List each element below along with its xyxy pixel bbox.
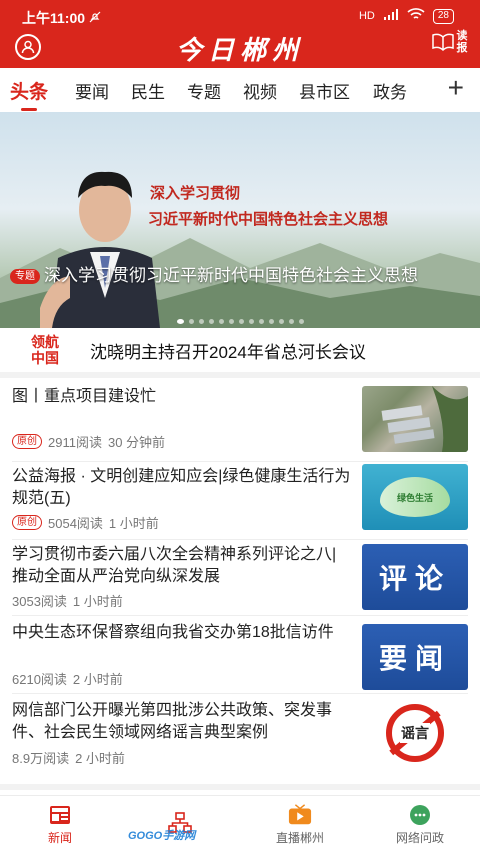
publish-time: 2 小时前: [72, 672, 123, 687]
tab-topics[interactable]: 专题: [187, 78, 221, 103]
carousel-dot[interactable]: [248, 319, 254, 324]
news-thumbnail-commentary: 评论: [362, 544, 468, 610]
nav-news-label: 新闻: [47, 830, 72, 845]
news-meta: 原创 2911阅读 30 分钟前: [12, 432, 165, 451]
banner-slogan: 深入学习贯彻 习近平新时代中国特色社会主义思想: [148, 180, 389, 232]
news-title: 公益海报 · 文明创建应知应会|绿色健康生活行为规范(五): [12, 468, 351, 507]
status-indicators: HD 28: [359, 8, 454, 24]
carousel-dot[interactable]: [278, 319, 284, 324]
construction-site-image: [381, 386, 468, 452]
nav-inquiry[interactable]: 网络问政: [360, 796, 480, 853]
no-rumor-icon: 谣言: [386, 704, 444, 762]
read-count: 3053阅读: [12, 594, 67, 609]
read-newspaper-label: 读报: [456, 30, 468, 54]
poster-leaf-graphic: 绿色生活: [380, 477, 450, 517]
news-thumbnail-construction: [362, 386, 468, 452]
news-list-item[interactable]: 网信部门公开曝光第四批涉公共政策、突发事件、社会民生领域网络谣言典型案例 8.9…: [12, 700, 468, 778]
news-thumbnail-poster: 绿色生活: [362, 464, 468, 530]
tab-key-news[interactable]: 要闻: [75, 78, 109, 103]
read-count: 2911阅读: [48, 435, 102, 450]
mute-icon: [89, 10, 101, 26]
tab-headline[interactable]: 头条: [10, 77, 48, 104]
lead-badge: 领航 中国: [28, 334, 62, 366]
carousel-dot[interactable]: [238, 319, 244, 324]
publish-time: 1 小时前: [72, 594, 123, 609]
chat-icon: [408, 804, 432, 826]
publish-time: 2 小时前: [75, 751, 125, 766]
carousel-dot[interactable]: [218, 319, 224, 324]
carousel-indicator: [0, 319, 480, 324]
publish-time: 30 分钟前: [107, 435, 166, 450]
app-header: 上午11:00 HD 28 今日郴州 读报: [0, 0, 480, 68]
news-thumbnail-rumor: 谣言: [362, 700, 468, 766]
banner-slogan-line2: 习近平新时代中国特色社会主义思想: [148, 210, 389, 228]
publish-time: 1 小时前: [108, 516, 159, 531]
news-thumbnail-key-news: 要闻: [362, 624, 468, 690]
site-watermark: GOGO手游网: [128, 830, 196, 842]
carousel-dot[interactable]: [198, 319, 204, 324]
app-logo: 今日郴州: [175, 36, 304, 66]
leading-headline[interactable]: 领航 中国 沈晓明主持召开2024年省总河长会议: [0, 328, 480, 378]
original-badge: 原创: [12, 515, 42, 530]
headline-carousel[interactable]: 深入学习贯彻 习近平新时代中国特色社会主义思想 专题 深入学习贯彻习近平新时代中国…: [0, 112, 480, 328]
wifi-icon: [407, 8, 425, 24]
news-list-item[interactable]: 中央生态环保督察组向我省交办第18批信访件 6210阅读 2 小时前 要闻: [12, 622, 468, 694]
read-newspaper-button[interactable]: 读报: [432, 30, 468, 54]
signal-icon: [383, 8, 399, 24]
nav-inquiry-label: 网络问政: [395, 830, 444, 845]
nav-services[interactable]: [120, 796, 240, 853]
tab-government[interactable]: 政务: [373, 78, 407, 103]
read-count: 5054阅读: [48, 516, 103, 531]
bottom-navigation: 新闻 直播郴州 网络问政 GOGO手游网: [0, 795, 480, 853]
category-tabs: 头条 要闻 民生 专题 视频 县市区 政务 +: [0, 68, 480, 112]
news-title: 图丨重点项目建设忙: [12, 388, 157, 405]
lead-badge-line2: 中国: [31, 350, 59, 366]
topic-badge: 专题: [10, 269, 40, 285]
tab-livelihood[interactable]: 民生: [131, 78, 165, 103]
leader-portrait-image: [40, 171, 160, 328]
news-meta: 原创 5054阅读 1 小时前: [12, 513, 159, 532]
lead-headline-title: 沈晓明主持召开2024年省总河长会议: [90, 342, 366, 362]
open-book-icon: [432, 33, 454, 51]
read-count: 6210阅读: [12, 672, 67, 687]
nav-live-label: 直播郴州: [275, 830, 324, 845]
carousel-dot[interactable]: [188, 319, 194, 324]
original-badge: 原创: [12, 434, 42, 449]
news-meta: 3053阅读 1 小时前: [12, 591, 123, 610]
lead-badge-line1: 领航: [31, 334, 59, 350]
carousel-dot[interactable]: [228, 319, 234, 324]
tab-counties[interactable]: 县市区: [299, 78, 350, 103]
news-meta: 8.9万阅读 2 小时前: [12, 748, 125, 767]
banner-caption[interactable]: 专题 深入学习贯彻习近平新时代中国特色社会主义思想: [10, 264, 466, 288]
news-list-item[interactable]: 公益海报 · 文明创建应知应会|绿色健康生活行为规范(五) 原创 5054阅读 …: [12, 464, 468, 540]
tab-video[interactable]: 视频: [243, 78, 277, 103]
battery-indicator: 28: [432, 8, 454, 24]
carousel-dot[interactable]: [208, 319, 214, 324]
nav-live[interactable]: 直播郴州: [240, 796, 360, 853]
carousel-dot[interactable]: [268, 319, 274, 324]
news-list-item[interactable]: 学习贯彻市委六届八次全会精神系列评论之八|推动全面从严治党向纵深发展 3053阅…: [12, 544, 468, 616]
carousel-dot[interactable]: [288, 319, 294, 324]
banner-slogan-line1: 深入学习贯彻: [150, 184, 241, 202]
newspaper-icon: [48, 804, 72, 826]
add-tab-button[interactable]: +: [448, 72, 464, 104]
news-meta: 6210阅读 2 小时前: [12, 669, 123, 688]
news-title: 网信部门公开曝光第四批涉公共政策、突发事件、社会民生领域网络谣言典型案例: [12, 702, 333, 741]
read-count: 8.9万阅读: [12, 751, 70, 766]
news-title: 中央生态环保督察组向我省交办第18批信访件: [12, 624, 334, 641]
news-title: 学习贯彻市委六届八次全会精神系列评论之八|推动全面从严治党向纵深发展: [12, 546, 337, 585]
nav-news[interactable]: 新闻: [0, 796, 120, 853]
rumor-label: 谣言: [400, 723, 430, 743]
status-bar-time: 上午11:00: [22, 8, 101, 28]
carousel-dot[interactable]: [258, 319, 264, 324]
carousel-dot[interactable]: [176, 319, 184, 324]
banner-caption-text: 深入学习贯彻习近平新时代中国特色社会主义思想: [44, 266, 418, 285]
network-label: HD: [358, 10, 375, 22]
carousel-dot[interactable]: [298, 319, 304, 324]
tv-icon: [288, 803, 312, 826]
status-time-text: 上午11:00: [22, 10, 86, 26]
news-list-item[interactable]: 图丨重点项目建设忙 原创 2911阅读 30 分钟前: [12, 386, 468, 462]
